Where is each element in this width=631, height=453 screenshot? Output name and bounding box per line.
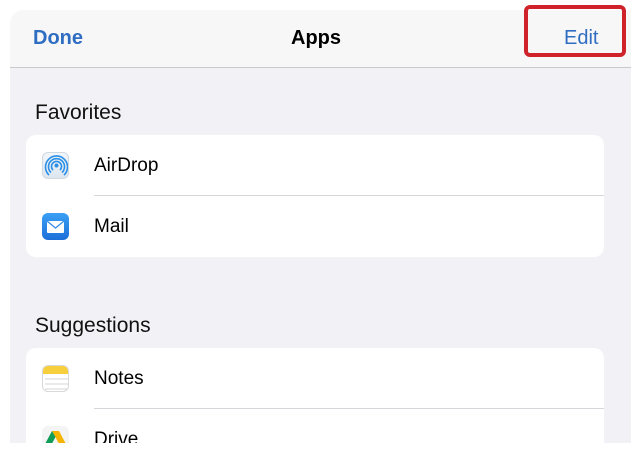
list-item-label: AirDrop (94, 154, 159, 176)
list-item-notes[interactable]: Notes (26, 348, 604, 409)
list-item-mail[interactable]: Mail (26, 196, 604, 257)
airdrop-icon (42, 152, 69, 179)
suggestions-header: Suggestions (35, 314, 151, 337)
favorites-header: Favorites (35, 101, 122, 124)
mail-icon (42, 213, 69, 240)
list-item-label: Mail (94, 215, 129, 237)
edit-highlight-box (524, 5, 626, 57)
apps-sheet: Done Apps Edit Favorites AirDrop Mail Su… (10, 10, 631, 453)
list-item-airdrop[interactable]: AirDrop (26, 135, 604, 196)
bottom-edge (0, 443, 631, 453)
notes-icon (42, 365, 69, 392)
list-item-label: Notes (94, 367, 144, 389)
suggestions-list: Notes Drive (26, 348, 604, 453)
favorites-list: AirDrop Mail (26, 135, 604, 257)
